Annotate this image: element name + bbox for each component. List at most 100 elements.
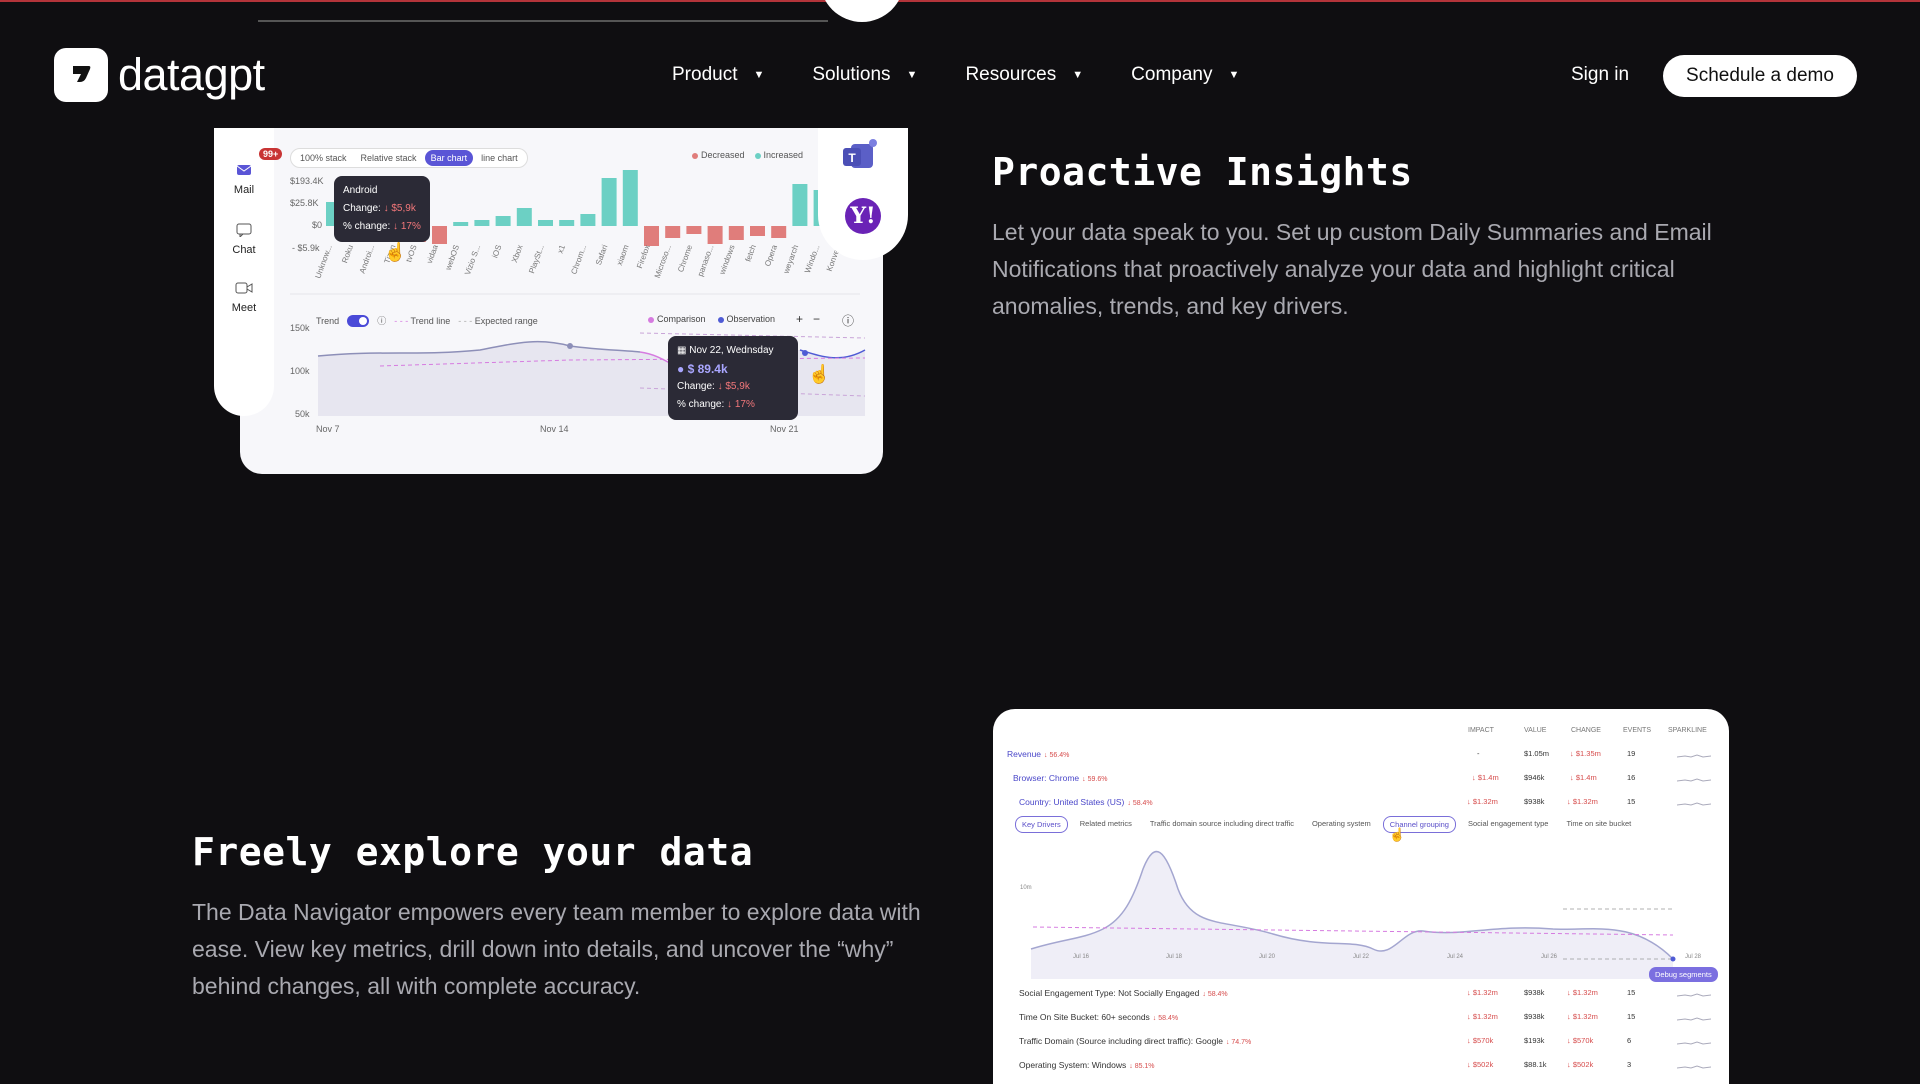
chip-relative-stack[interactable]: Relative stack (355, 150, 423, 166)
nav-solutions[interactable]: Solutions ▼ (812, 64, 917, 86)
nav-solutions-label: Solutions (812, 64, 891, 85)
nav-company-label: Company (1131, 64, 1213, 85)
category-tick: Chrome (676, 243, 694, 273)
row-label: Social Engagement Type: Not Socially Eng… (1019, 988, 1228, 998)
cell-change: ↓ $502k (1567, 1060, 1594, 1069)
bar[interactable] (771, 226, 787, 238)
tooltip-value: ↓ $5,9k (383, 203, 416, 214)
chip-line-chart[interactable]: line chart (475, 150, 524, 166)
tab-traffic-domain[interactable]: Traffic domain source including direct t… (1144, 816, 1300, 833)
table-row[interactable]: Revenue ↓ 56.4% - $1.05m ↓ $1.35m 19 (1007, 743, 1715, 767)
trend-y-tick: 150k (290, 323, 310, 333)
sidebar-item-meet[interactable]: Meet (214, 278, 274, 314)
cell-change: ↓ $570k (1567, 1036, 1594, 1045)
category-tick: x1 (556, 243, 568, 255)
tooltip-date-text: Nov 22, Wednsday (689, 345, 774, 356)
category-tick: Microso... (653, 244, 673, 280)
row-pct: ↓ 59.6% (1082, 776, 1108, 783)
bar[interactable] (495, 216, 511, 226)
bar[interactable] (644, 226, 659, 246)
row-pct-value: 58.4% (1207, 991, 1228, 998)
col-events: EVENTS (1623, 727, 1652, 734)
nav-resources-label: Resources (965, 64, 1057, 85)
schedule-demo-button[interactable]: Schedule a demo (1663, 55, 1857, 97)
category-tick: Androi... (358, 244, 377, 275)
bar[interactable] (453, 222, 469, 226)
row-label: Traffic Domain (Source including direct … (1019, 1036, 1251, 1046)
driver-x-tick: Jul 20 (1259, 954, 1276, 960)
tooltip-label: % change: (343, 221, 391, 232)
legend-label: Observation (726, 314, 776, 324)
debug-segments-button[interactable]: Debug segments (1649, 967, 1718, 982)
nav-product[interactable]: Product ▼ (672, 64, 764, 86)
bar[interactable] (707, 226, 723, 244)
nav-product-label: Product (672, 64, 738, 85)
trend-toggle[interactable] (347, 314, 370, 327)
bar[interactable] (622, 170, 638, 226)
zoom-out-button[interactable]: − (813, 312, 820, 329)
tab-time-on-site[interactable]: Time on site bucket (1560, 816, 1637, 833)
insights-body: Let your data speak to you. Set up custo… (992, 219, 1712, 319)
table-row[interactable]: Traffic Domain (Source including direct … (1007, 1030, 1715, 1054)
cell-impact-value: $570k (1472, 1036, 1494, 1045)
chip-100-stack[interactable]: 100% stack (294, 150, 353, 166)
brand-logo[interactable]: datagpt (54, 48, 265, 102)
bar[interactable] (665, 226, 681, 238)
table-row[interactable]: Country: United States (US) ↓ 58.4% ↓ $1.… (1007, 791, 1715, 815)
bar[interactable] (686, 226, 702, 234)
table-row[interactable]: Time On Site Bucket: 60+ seconds ↓ 58.4% ↓… (1007, 1006, 1715, 1030)
cell-change: ↓ $1.35m (1570, 749, 1601, 758)
bar[interactable] (728, 226, 744, 240)
legend-comparison: Comparison (648, 314, 706, 324)
row-label-text: Browser: Chrome (1013, 773, 1080, 783)
bar[interactable] (538, 220, 553, 226)
legend-increased: Increased (754, 150, 803, 160)
nav-resources[interactable]: Resources ▼ (965, 64, 1083, 86)
bar[interactable] (516, 208, 532, 226)
row-label-text: Revenue (1007, 749, 1042, 759)
table-row[interactable]: Browser: Chrome ↓ 59.6% ↓ $1.4m $946k ↓ $… (1007, 767, 1715, 791)
cell-change-value: $1.4m (1575, 773, 1597, 782)
bar[interactable] (474, 220, 490, 226)
row-pct-value: 85.1% (1134, 1063, 1155, 1070)
sign-in-link[interactable]: Sign in (1571, 64, 1629, 86)
row-pct: ↓ 56.4% (1044, 752, 1070, 759)
cell-impact: ↓ $1.32m (1467, 1012, 1498, 1021)
sidebar-item-chat[interactable]: Chat (214, 220, 274, 256)
bar[interactable] (792, 184, 808, 226)
caret-down-icon: ▼ (906, 69, 918, 81)
bar[interactable] (432, 226, 447, 244)
trend-x-tick: Nov 7 (316, 424, 340, 434)
category-tick: Safari (594, 243, 610, 266)
driver-x-tick: Jul 16 (1073, 954, 1090, 960)
cell-change: ↓ $1.32m (1567, 988, 1598, 997)
zoom-in-button[interactable]: + (796, 312, 803, 329)
nav-company[interactable]: Company ▼ (1131, 64, 1239, 86)
table-row[interactable]: Social Engagement Type: Not Socially Eng… (1007, 982, 1715, 1006)
tab-key-drivers[interactable]: Key Drivers (1015, 816, 1068, 833)
table-row[interactable]: Operating System: Windows ↓ 85.1% ↓ $502k $… (1007, 1054, 1715, 1078)
row-pct: ↓ 74.7% (1225, 1039, 1252, 1046)
col-impact: IMPACT (1468, 727, 1494, 734)
bar[interactable] (559, 220, 575, 226)
chart-mode-group: 100% stack Relative stack Bar chart line… (290, 148, 528, 168)
tab-social-engagement[interactable]: Social engagement type (1462, 816, 1554, 833)
logo-mark-icon (54, 48, 108, 102)
row-label-text: Country: United States (US) (1019, 797, 1125, 807)
trend-tooltip: ▦ Nov 22, Wednsday ● $ 89.4k Change: ↓ $… (668, 336, 798, 420)
trend-controls: Trend ⓘ - - - Trend line - - - Expected … (316, 314, 538, 327)
bar[interactable] (601, 178, 617, 226)
bar[interactable] (750, 226, 765, 236)
caret-down-icon: ▼ (753, 69, 765, 81)
tab-related-metrics[interactable]: Related metrics (1074, 816, 1138, 833)
tab-operating-system[interactable]: Operating system (1306, 816, 1377, 833)
scroll-remnant-shape (820, 0, 904, 22)
category-tick: Vizio S... (463, 244, 482, 277)
sidebar-item-mail[interactable]: 99+ Mail (214, 148, 283, 196)
category-tick: iOS (490, 244, 503, 260)
cell-value: $938k (1524, 797, 1545, 806)
category-tick: Firefox (635, 244, 652, 270)
driver-x-tick: Jul 22 (1353, 954, 1370, 960)
bar[interactable] (580, 214, 596, 226)
chip-bar-chart[interactable]: Bar chart (424, 150, 474, 166)
